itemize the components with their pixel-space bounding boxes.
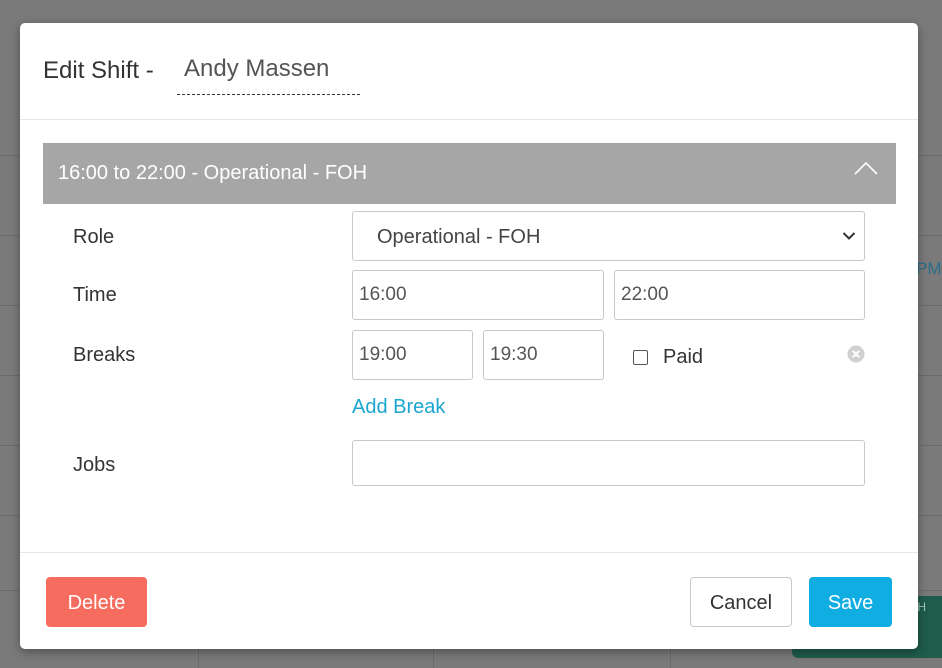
time-end-input[interactable] xyxy=(614,270,865,320)
chevron-up-icon[interactable] xyxy=(854,161,878,175)
chevron-down-icon xyxy=(842,232,856,240)
shift-summary: 16:00 to 22:00 - Operational - FOH xyxy=(58,162,368,184)
role-label: Role xyxy=(73,226,115,248)
edit-shift-modal: Edit Shift - Andy Massen 16:00 to 22:00 … xyxy=(20,23,918,649)
modal-header: Edit Shift - Andy Massen xyxy=(20,23,918,120)
break-end-input[interactable] xyxy=(483,330,604,380)
jobs-input[interactable] xyxy=(352,440,865,486)
close-circle-icon[interactable] xyxy=(847,345,865,363)
add-break-link[interactable]: Add Break xyxy=(352,395,445,419)
time-label: Time xyxy=(73,284,117,306)
break-start-input[interactable] xyxy=(352,330,473,380)
delete-button[interactable]: Delete xyxy=(46,577,147,627)
time-start-input[interactable] xyxy=(352,270,604,320)
background-shift-label: H xyxy=(917,600,926,614)
paid-label: Paid xyxy=(663,346,704,368)
cancel-button[interactable]: Cancel xyxy=(690,577,792,627)
role-selected-value: Operational - FOH xyxy=(377,226,541,248)
background-time-label: PM xyxy=(916,259,942,278)
role-select[interactable]: Operational - FOH xyxy=(352,211,865,261)
break-paid-toggle[interactable]: Paid xyxy=(633,343,703,371)
save-button[interactable]: Save xyxy=(809,577,892,627)
breaks-label: Breaks xyxy=(73,344,136,366)
paid-checkbox[interactable] xyxy=(633,349,648,365)
employee-name-editable[interactable]: Andy Massen xyxy=(177,55,360,95)
modal-title: Edit Shift - xyxy=(43,57,154,84)
jobs-label: Jobs xyxy=(73,454,116,476)
modal-footer-divider xyxy=(20,552,918,553)
shift-panel-header[interactable]: 16:00 to 22:00 - Operational - FOH xyxy=(43,143,896,204)
